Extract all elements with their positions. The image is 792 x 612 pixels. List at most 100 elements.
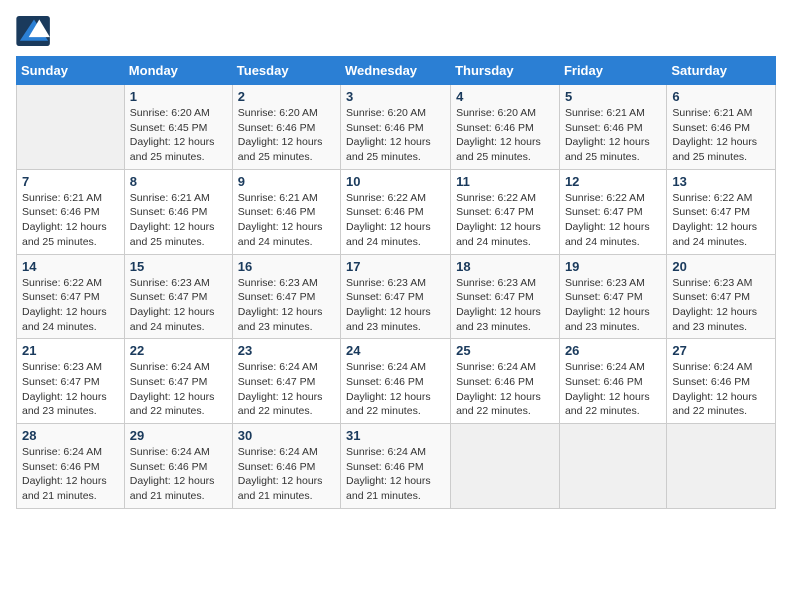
day-number: 21 (22, 343, 119, 358)
day-info: Sunrise: 6:24 AM Sunset: 6:46 PM Dayligh… (346, 360, 445, 419)
calendar-cell: 10 Sunrise: 6:22 AM Sunset: 6:46 PM Dayli… (341, 169, 451, 254)
day-info: Sunrise: 6:21 AM Sunset: 6:46 PM Dayligh… (130, 191, 227, 250)
calendar-cell: 12 Sunrise: 6:22 AM Sunset: 6:47 PM Dayli… (559, 169, 666, 254)
calendar-cell: 16 Sunrise: 6:23 AM Sunset: 6:47 PM Dayli… (232, 254, 340, 339)
day-number: 13 (672, 174, 770, 189)
day-number: 22 (130, 343, 227, 358)
day-info: Sunrise: 6:20 AM Sunset: 6:46 PM Dayligh… (346, 106, 445, 165)
calendar-cell (559, 424, 666, 509)
day-info: Sunrise: 6:21 AM Sunset: 6:46 PM Dayligh… (22, 191, 119, 250)
calendar-cell: 29 Sunrise: 6:24 AM Sunset: 6:46 PM Dayli… (124, 424, 232, 509)
calendar-cell: 20Sunrise: 6:23 AM Sunset: 6:47 PM Dayli… (667, 254, 776, 339)
calendar-cell: 26 Sunrise: 6:24 AM Sunset: 6:46 PM Dayli… (559, 339, 666, 424)
day-number: 14 (22, 259, 119, 274)
calendar-cell: 22 Sunrise: 6:24 AM Sunset: 6:47 PM Dayli… (124, 339, 232, 424)
calendar-cell: 9 Sunrise: 6:21 AM Sunset: 6:46 PM Daylig… (232, 169, 340, 254)
calendar-cell: 23 Sunrise: 6:24 AM Sunset: 6:47 PM Dayli… (232, 339, 340, 424)
weekday-header-monday: Monday (124, 57, 232, 85)
day-info: Sunrise: 6:24 AM Sunset: 6:47 PM Dayligh… (130, 360, 227, 419)
day-info: Sunrise: 6:20 AM Sunset: 6:46 PM Dayligh… (238, 106, 335, 165)
day-info: Sunrise: 6:20 AM Sunset: 6:45 PM Dayligh… (130, 106, 227, 165)
day-info: Sunrise: 6:24 AM Sunset: 6:47 PM Dayligh… (238, 360, 335, 419)
day-info: Sunrise: 6:24 AM Sunset: 6:46 PM Dayligh… (565, 360, 661, 419)
day-info: Sunrise: 6:24 AM Sunset: 6:46 PM Dayligh… (130, 445, 227, 504)
calendar-cell: 30 Sunrise: 6:24 AM Sunset: 6:46 PM Dayli… (232, 424, 340, 509)
calendar-cell: 4 Sunrise: 6:20 AM Sunset: 6:46 PM Daylig… (451, 85, 560, 170)
calendar-cell: 25 Sunrise: 6:24 AM Sunset: 6:46 PM Dayli… (451, 339, 560, 424)
day-info: Sunrise: 6:24 AM Sunset: 6:46 PM Dayligh… (346, 445, 445, 504)
calendar-cell: 5 Sunrise: 6:21 AM Sunset: 6:46 PM Daylig… (559, 85, 666, 170)
day-number: 23 (238, 343, 335, 358)
day-number: 28 (22, 428, 119, 443)
day-info: Sunrise: 6:23 AM Sunset: 6:47 PM Dayligh… (346, 276, 445, 335)
calendar-cell: 11 Sunrise: 6:22 AM Sunset: 6:47 PM Dayli… (451, 169, 560, 254)
calendar-cell: 14 Sunrise: 6:22 AM Sunset: 6:47 PM Dayli… (17, 254, 125, 339)
calendar-cell: 28Sunrise: 6:24 AM Sunset: 6:46 PM Dayli… (17, 424, 125, 509)
day-info: Sunrise: 6:21 AM Sunset: 6:46 PM Dayligh… (672, 106, 770, 165)
day-number: 11 (456, 174, 554, 189)
day-info: Sunrise: 6:24 AM Sunset: 6:46 PM Dayligh… (238, 445, 335, 504)
day-number: 17 (346, 259, 445, 274)
logo (16, 16, 56, 46)
calendar-cell: 15 Sunrise: 6:23 AM Sunset: 6:47 PM Dayli… (124, 254, 232, 339)
calendar-cell: 8 Sunrise: 6:21 AM Sunset: 6:46 PM Daylig… (124, 169, 232, 254)
day-info: Sunrise: 6:20 AM Sunset: 6:46 PM Dayligh… (456, 106, 554, 165)
calendar-cell: 7 Sunrise: 6:21 AM Sunset: 6:46 PM Daylig… (17, 169, 125, 254)
day-info: Sunrise: 6:23 AM Sunset: 6:47 PM Dayligh… (672, 276, 770, 335)
day-number: 31 (346, 428, 445, 443)
day-info: Sunrise: 6:22 AM Sunset: 6:46 PM Dayligh… (346, 191, 445, 250)
weekday-header-thursday: Thursday (451, 57, 560, 85)
day-info: Sunrise: 6:21 AM Sunset: 6:46 PM Dayligh… (565, 106, 661, 165)
day-number: 25 (456, 343, 554, 358)
day-info: Sunrise: 6:23 AM Sunset: 6:47 PM Dayligh… (130, 276, 227, 335)
weekday-header-wednesday: Wednesday (341, 57, 451, 85)
day-number: 1 (130, 89, 227, 104)
calendar-cell: 17 Sunrise: 6:23 AM Sunset: 6:47 PM Dayli… (341, 254, 451, 339)
calendar-cell (667, 424, 776, 509)
calendar-cell: 18 Sunrise: 6:23 AM Sunset: 6:47 PM Dayli… (451, 254, 560, 339)
day-number: 9 (238, 174, 335, 189)
calendar-cell (451, 424, 560, 509)
day-info: Sunrise: 6:23 AM Sunset: 6:47 PM Dayligh… (456, 276, 554, 335)
day-number: 16 (238, 259, 335, 274)
day-number: 29 (130, 428, 227, 443)
day-number: 15 (130, 259, 227, 274)
calendar-cell: 27 Sunrise: 6:24 AM Sunset: 6:46 PM Dayli… (667, 339, 776, 424)
day-number: 8 (130, 174, 227, 189)
page-header (16, 16, 776, 46)
day-info: Sunrise: 6:22 AM Sunset: 6:47 PM Dayligh… (672, 191, 770, 250)
calendar-cell: 1 Sunrise: 6:20 AM Sunset: 6:45 PM Daylig… (124, 85, 232, 170)
day-number: 24 (346, 343, 445, 358)
day-info: Sunrise: 6:21 AM Sunset: 6:46 PM Dayligh… (238, 191, 335, 250)
day-info: Sunrise: 6:23 AM Sunset: 6:47 PM Dayligh… (22, 360, 119, 419)
day-number: 6 (672, 89, 770, 104)
logo-icon (16, 16, 52, 46)
day-number: 27 (672, 343, 770, 358)
calendar-cell: 2Sunrise: 6:20 AM Sunset: 6:46 PM Daylig… (232, 85, 340, 170)
calendar-cell: 19Sunrise: 6:23 AM Sunset: 6:47 PM Dayli… (559, 254, 666, 339)
calendar-cell: 3 Sunrise: 6:20 AM Sunset: 6:46 PM Daylig… (341, 85, 451, 170)
day-number: 12 (565, 174, 661, 189)
calendar-cell: 13 Sunrise: 6:22 AM Sunset: 6:47 PM Dayli… (667, 169, 776, 254)
calendar-cell: 24 Sunrise: 6:24 AM Sunset: 6:46 PM Dayli… (341, 339, 451, 424)
calendar-cell (17, 85, 125, 170)
day-number: 7 (22, 174, 119, 189)
day-info: Sunrise: 6:23 AM Sunset: 6:47 PM Dayligh… (238, 276, 335, 335)
weekday-header-saturday: Saturday (667, 57, 776, 85)
day-info: Sunrise: 6:22 AM Sunset: 6:47 PM Dayligh… (456, 191, 554, 250)
weekday-header-friday: Friday (559, 57, 666, 85)
calendar-cell: 21 Sunrise: 6:23 AM Sunset: 6:47 PM Dayli… (17, 339, 125, 424)
day-number: 4 (456, 89, 554, 104)
day-info: Sunrise: 6:22 AM Sunset: 6:47 PM Dayligh… (565, 191, 661, 250)
calendar-table: SundayMondayTuesdayWednesdayThursdayFrid… (16, 56, 776, 509)
day-number: 3 (346, 89, 445, 104)
day-number: 10 (346, 174, 445, 189)
day-number: 26 (565, 343, 661, 358)
day-number: 5 (565, 89, 661, 104)
weekday-header-sunday: Sunday (17, 57, 125, 85)
day-info: Sunrise: 6:24 AM Sunset: 6:46 PM Dayligh… (456, 360, 554, 419)
day-number: 30 (238, 428, 335, 443)
day-number: 18 (456, 259, 554, 274)
day-info: Sunrise: 6:22 AM Sunset: 6:47 PM Dayligh… (22, 276, 119, 335)
day-info: Sunrise: 6:24 AM Sunset: 6:46 PM Dayligh… (672, 360, 770, 419)
